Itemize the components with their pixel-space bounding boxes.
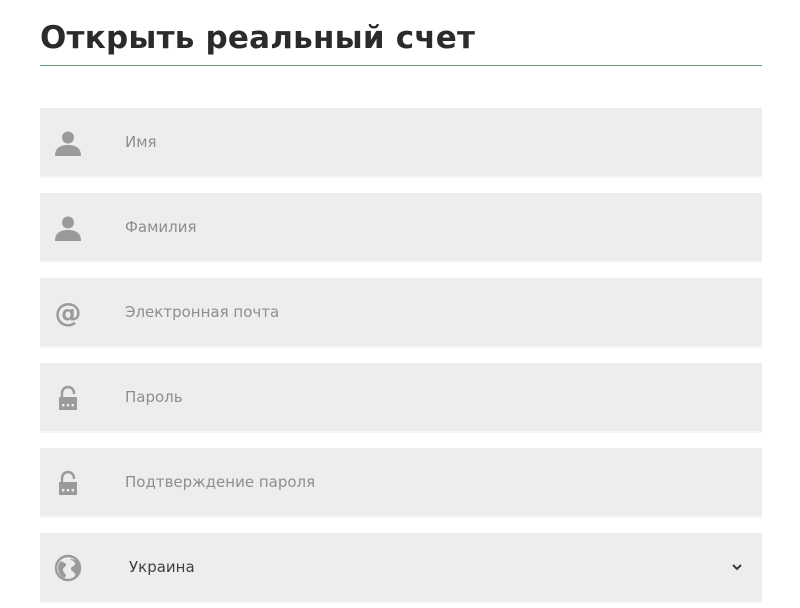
password-input[interactable] xyxy=(125,363,725,431)
title-divider xyxy=(40,65,762,66)
email-input[interactable] xyxy=(125,278,725,346)
last-name-field xyxy=(40,193,762,263)
open-account-page: Открыть реальный счет @ xyxy=(0,0,800,608)
at-sign-icon: @ xyxy=(54,299,82,327)
country-select[interactable]: Украина xyxy=(40,533,762,603)
globe-icon xyxy=(54,554,82,582)
svg-text:@: @ xyxy=(55,299,82,327)
lock-icon xyxy=(54,384,82,412)
first-name-input[interactable] xyxy=(125,108,725,176)
user-icon xyxy=(54,214,82,242)
lock-icon xyxy=(54,469,82,497)
last-name-input[interactable] xyxy=(125,193,725,261)
country-select-value: Украина xyxy=(129,558,195,576)
first-name-field xyxy=(40,108,762,178)
password-confirm-input[interactable] xyxy=(125,448,725,516)
password-confirm-field xyxy=(40,448,762,518)
email-field: @ xyxy=(40,278,762,348)
password-field xyxy=(40,363,762,433)
user-icon xyxy=(54,129,82,157)
chevron-down-icon xyxy=(730,560,744,574)
page-title: Открыть реальный счет xyxy=(40,20,476,56)
